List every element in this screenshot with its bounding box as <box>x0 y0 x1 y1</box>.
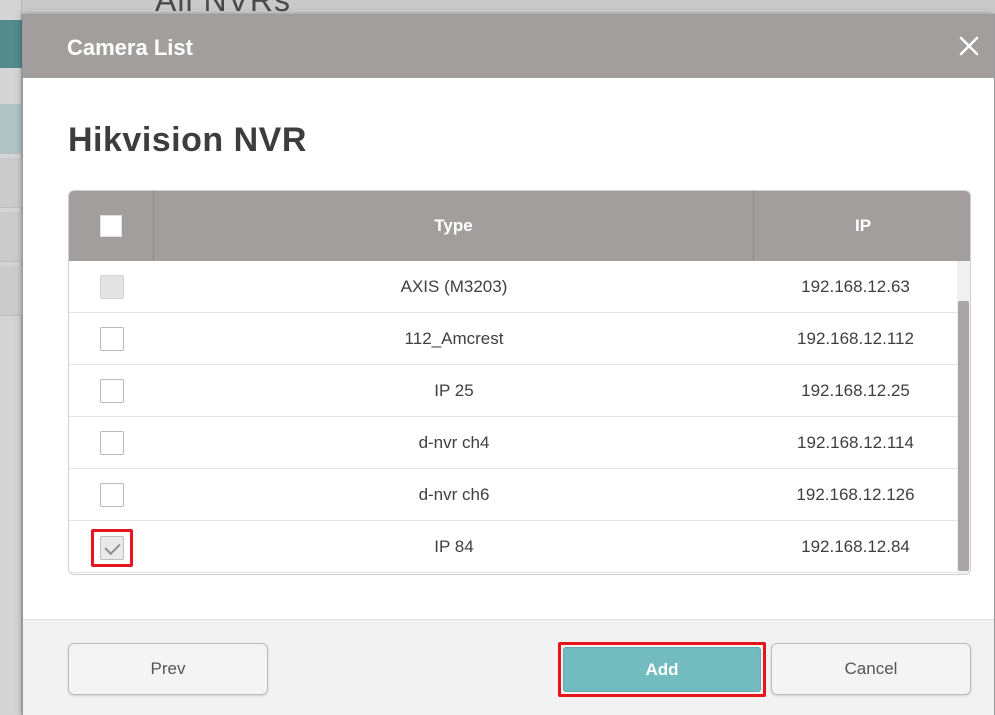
cancel-button[interactable]: Cancel <box>771 643 971 695</box>
table-row[interactable]: d-nvr ch4 192.168.12.114 <box>69 417 957 469</box>
row-checkbox[interactable] <box>99 431 124 455</box>
table-scrollbar[interactable] <box>957 261 970 574</box>
row-checkbox[interactable] <box>99 327 124 351</box>
checkbox-highlight-box <box>91 529 133 567</box>
dialog-footer: Prev Add Cancel <box>23 619 994 715</box>
camera-type: IP 84 <box>434 537 474 556</box>
table-row[interactable]: IP 25 192.168.12.25 <box>69 365 957 417</box>
table-row[interactable]: AXIS (M3203) 192.168.12.63 <box>69 261 957 313</box>
dialog-title: Camera List <box>67 35 193 60</box>
add-button[interactable]: Add <box>563 647 761 692</box>
camera-type: 112_Amcrest <box>404 329 504 348</box>
camera-ip: 192.168.12.114 <box>797 433 914 452</box>
table-header: Type IP <box>69 191 970 261</box>
camera-type: d-nvr ch4 <box>418 433 490 452</box>
device-name-heading: Hikvision NVR <box>68 121 307 159</box>
camera-list-dialog: Camera List Hikvision NVR Type IP AXIS (… <box>22 14 995 715</box>
table-body: AXIS (M3203) 192.168.12.63 112_Amcrest 1… <box>69 261 957 574</box>
camera-ip: 192.168.12.63 <box>801 277 910 296</box>
row-check-cell <box>69 261 154 313</box>
scrollbar-thumb[interactable] <box>958 301 969 571</box>
row-checkbox[interactable] <box>99 379 124 403</box>
camera-table: Type IP AXIS (M3203) 192.168.12.63 112_A… <box>68 190 971 575</box>
close-button[interactable] <box>956 33 982 59</box>
camera-type: d-nvr ch6 <box>418 485 490 504</box>
column-header-type[interactable]: Type <box>154 191 754 261</box>
camera-type: IP 25 <box>434 381 474 400</box>
row-check-cell <box>69 313 154 365</box>
table-row[interactable]: d-nvr ch6 192.168.12.126 <box>69 469 957 521</box>
camera-ip: 192.168.12.84 <box>801 537 910 556</box>
row-checkbox[interactable] <box>99 483 124 507</box>
row-checkbox-checked[interactable] <box>100 536 124 560</box>
prev-button[interactable]: Prev <box>68 643 268 695</box>
select-all-checkbox[interactable] <box>100 215 122 237</box>
column-header-ip[interactable]: IP <box>754 191 970 261</box>
row-check-cell <box>69 417 154 469</box>
camera-ip: 192.168.12.112 <box>797 329 914 348</box>
dialog-header: Camera List <box>23 15 994 78</box>
camera-type: AXIS (M3203) <box>400 277 508 296</box>
row-check-cell <box>69 521 154 573</box>
row-check-cell <box>69 469 154 521</box>
table-row[interactable]: IP 84 192.168.12.84 <box>69 521 957 573</box>
table-row[interactable]: 112_Amcrest 192.168.12.112 <box>69 313 957 365</box>
camera-ip: 192.168.12.25 <box>801 381 910 400</box>
camera-ip: 192.168.12.126 <box>796 485 915 504</box>
close-icon <box>959 36 979 56</box>
row-check-cell <box>69 365 154 417</box>
select-all-cell <box>69 191 154 261</box>
row-checkbox-disabled <box>99 275 124 299</box>
